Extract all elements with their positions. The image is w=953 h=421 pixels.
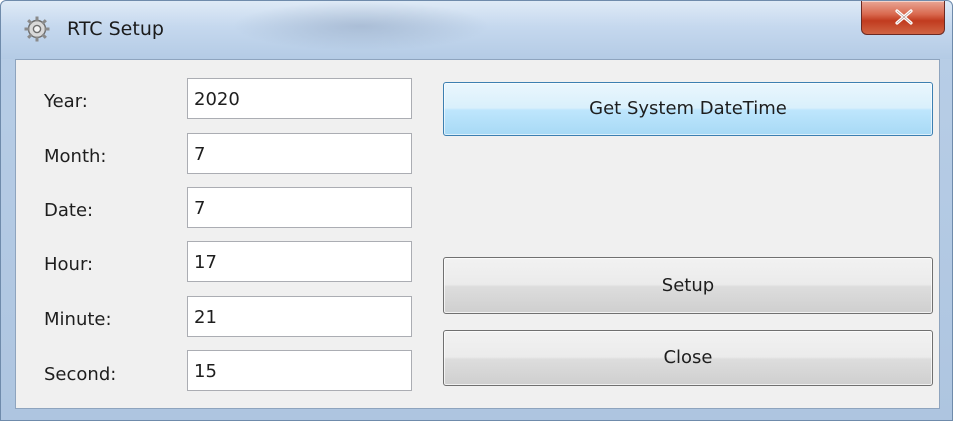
dialog-body: Year: 2020 Month: 7 Date: 7 Hour: 17 Min… — [15, 59, 940, 409]
minute-label: Minute: — [44, 309, 112, 330]
close-button[interactable]: Close — [443, 330, 933, 386]
month-field[interactable]: 7 — [187, 133, 412, 174]
second-label: Second: — [44, 364, 117, 385]
get-system-datetime-button[interactable]: Get System DateTime — [443, 82, 933, 136]
hour-label: Hour: — [44, 254, 94, 275]
hour-field[interactable]: 17 — [187, 241, 412, 282]
date-label: Date: — [44, 200, 94, 221]
date-field[interactable]: 7 — [187, 187, 412, 228]
year-field[interactable]: 2020 — [187, 78, 412, 119]
close-icon — [895, 9, 913, 25]
window-close-button[interactable] — [861, 1, 945, 35]
window-title: RTC Setup — [67, 18, 164, 40]
rtc-setup-window: RTC Setup Year: 2020 Month: 7 Date: 7 Ho… — [0, 0, 953, 421]
year-label: Year: — [44, 91, 88, 112]
title-bar[interactable]: RTC Setup — [1, 1, 952, 59]
minute-field[interactable]: 21 — [187, 296, 412, 337]
month-label: Month: — [44, 146, 107, 167]
second-field[interactable]: 15 — [187, 350, 412, 391]
gear-icon — [24, 16, 50, 42]
setup-button[interactable]: Setup — [443, 257, 933, 314]
